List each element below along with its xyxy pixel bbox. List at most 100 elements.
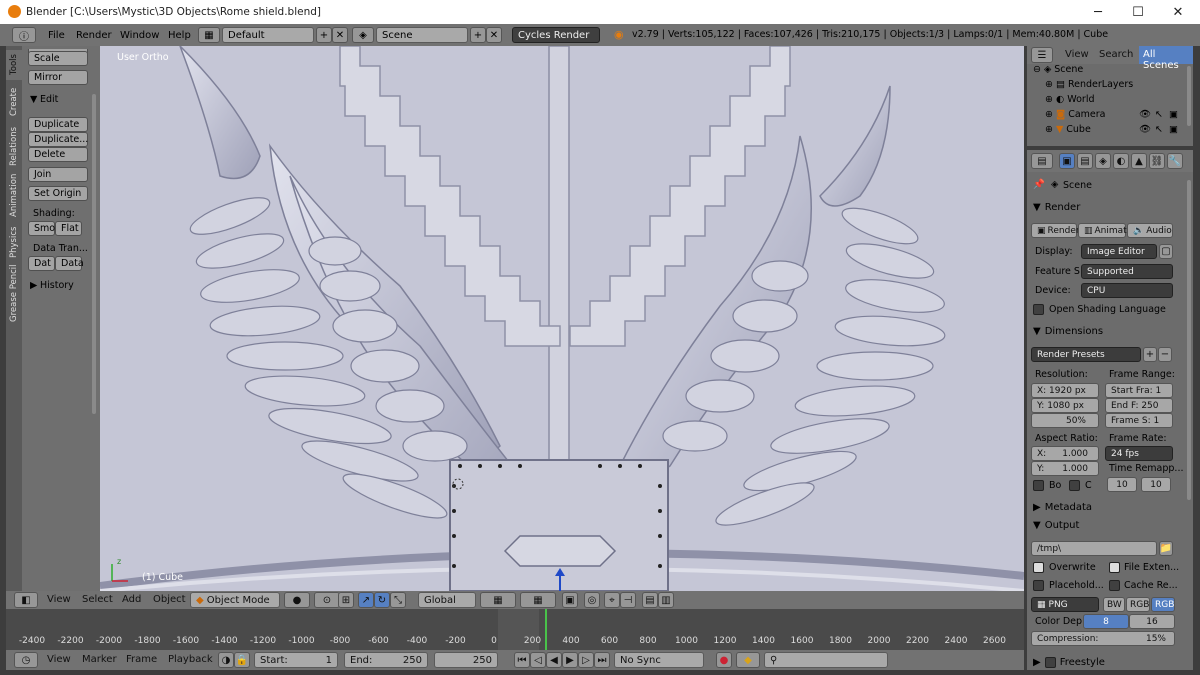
renderable-camera-icon[interactable]: ▣ — [1169, 109, 1178, 120]
color-mode-rgba[interactable]: RGB — [1151, 597, 1175, 612]
layers-grid-1-icon[interactable]: ▦ — [480, 592, 516, 608]
viewport-menu-view[interactable]: View — [47, 594, 71, 605]
jump-end-icon[interactable]: ⏭ — [594, 652, 610, 668]
world-context-icon[interactable]: ◐ — [1113, 153, 1129, 169]
placeholders-checkbox[interactable] — [1033, 580, 1044, 591]
proportional-edit-icon[interactable]: ◎ — [584, 592, 600, 608]
outliner-row-cube[interactable]: ⊕ ▼ Cube 👁 ↖ ▣ — [1027, 122, 1193, 137]
aspect-x-field[interactable]: X: 1.000 — [1031, 446, 1099, 461]
lock-range-icon[interactable]: 🔒 — [234, 652, 250, 668]
shade-smooth-button[interactable]: Smo — [28, 221, 55, 236]
delete-button[interactable]: Delete — [28, 147, 88, 162]
editor-type-info-icon[interactable]: ⓘ — [12, 27, 36, 43]
history-panel-header[interactable]: History — [40, 280, 74, 291]
menu-help[interactable]: Help — [160, 30, 199, 41]
file-format-select[interactable]: ▦ PNG — [1031, 597, 1099, 612]
cache-result-checkbox[interactable] — [1109, 580, 1120, 591]
osl-checkbox[interactable] — [1033, 304, 1044, 315]
duplicate-linked-button[interactable]: Duplicate... — [28, 132, 88, 147]
render-context-icon[interactable]: ▣ — [1059, 153, 1075, 169]
modifiers-context-icon[interactable]: 🔧 — [1167, 153, 1183, 169]
output-path-field[interactable]: /tmp\ — [1031, 541, 1157, 556]
render-presets-select[interactable]: Render Presets — [1031, 347, 1141, 362]
snap-element-icon[interactable]: ⊣ — [620, 592, 636, 608]
timeline-menu-frame[interactable]: Frame — [126, 654, 157, 665]
remove-preset-icon[interactable]: − — [1158, 347, 1172, 362]
opengl-render-icon[interactable]: ▤ — [642, 592, 658, 608]
color-mode-rgb[interactable]: RGB — [1126, 597, 1150, 612]
display-select[interactable]: Image Editor — [1081, 244, 1157, 259]
freestyle-panel-header[interactable]: ▶ Freestyle — [1027, 653, 1193, 670]
scene-field[interactable]: Scene — [376, 27, 468, 43]
auto-keying-icon[interactable]: ● — [716, 652, 732, 668]
viewport-menu-object[interactable]: Object — [153, 594, 186, 605]
data-transfer-layout-button[interactable]: Data — [55, 256, 84, 271]
remove-layout-icon[interactable]: ✕ — [332, 27, 348, 43]
color-depth-16[interactable]: 16 — [1129, 614, 1175, 629]
render-audio-button[interactable]: 🔈 Audio — [1127, 223, 1173, 238]
object-context-icon[interactable]: ▲ — [1131, 153, 1147, 169]
outliner-tab-view[interactable]: View — [1065, 49, 1089, 60]
next-keyframe-icon[interactable]: ▷ — [578, 652, 594, 668]
time-remap-old-field[interactable]: 10 — [1107, 477, 1137, 492]
visibility-eye-icon[interactable]: 👁 — [1139, 109, 1151, 120]
current-frame-line[interactable] — [545, 609, 547, 650]
minimize-button[interactable]: ─ — [1078, 0, 1118, 24]
display-lock-icon[interactable]: ▢ — [1159, 244, 1173, 259]
editor-type-outliner-icon[interactable]: ☰ — [1031, 47, 1053, 63]
add-layout-icon[interactable]: + — [316, 27, 332, 43]
visibility-eye-icon[interactable]: 👁 — [1139, 124, 1151, 135]
render-layers-context-icon[interactable]: ▤ — [1077, 153, 1093, 169]
transform-orientation-select[interactable]: Global — [418, 592, 476, 608]
pin-icon[interactable]: 📌 — [1033, 179, 1045, 190]
editor-type-timeline-icon[interactable]: ◷ — [14, 652, 38, 668]
time-remap-new-field[interactable]: 10 — [1141, 477, 1171, 492]
outliner-row-renderlayers[interactable]: ⊕ ▤ RenderLayers — [1027, 77, 1193, 92]
properties-scrollbar[interactable] — [1187, 180, 1191, 500]
end-frame-property[interactable]: End F: 250 — [1105, 398, 1173, 413]
scale-manipulator-icon[interactable]: ⤡ — [390, 592, 406, 608]
device-select[interactable]: CPU — [1081, 283, 1173, 298]
freestyle-checkbox[interactable] — [1044, 656, 1056, 668]
lock-camera-icon[interactable]: ▣ — [562, 592, 578, 608]
set-origin-button[interactable]: Set Origin — [28, 186, 88, 201]
resolution-x-field[interactable]: X: 1920 px — [1031, 383, 1099, 398]
end-frame-field[interactable]: End: 250 — [344, 652, 428, 668]
outliner-row-world[interactable]: ⊕ ◐ World — [1027, 92, 1193, 107]
crop-checkbox[interactable] — [1069, 480, 1080, 491]
file-extensions-checkbox[interactable] — [1109, 562, 1120, 573]
remove-scene-icon[interactable]: ✕ — [486, 27, 502, 43]
sync-mode-select[interactable]: No Sync — [614, 652, 704, 668]
render-animation-button[interactable]: ▥ Animati — [1078, 223, 1129, 238]
preview-range-icon[interactable]: ◑ — [218, 652, 234, 668]
overwrite-checkbox[interactable] — [1033, 562, 1044, 573]
layout-grid-icon[interactable]: ▦ — [198, 27, 220, 43]
render-engine-select[interactable]: Cycles Render — [512, 27, 600, 43]
color-depth-8[interactable]: 8 — [1083, 614, 1129, 629]
start-frame-property[interactable]: Start Fra: 1 — [1105, 383, 1173, 398]
selectable-cursor-icon[interactable]: ↖ — [1155, 124, 1163, 135]
opengl-animation-icon[interactable]: ▥ — [658, 592, 674, 608]
jump-start-icon[interactable]: ⏮ — [514, 652, 530, 668]
3d-viewport[interactable]: z User Ortho (1) Cube — [100, 46, 1024, 591]
duplicate-button[interactable]: Duplicate — [28, 117, 88, 132]
render-panel-header[interactable]: ▼ Render — [1027, 198, 1193, 216]
manipulator-toggle-icon[interactable]: ⊞ — [338, 592, 354, 608]
rotate-manipulator-icon[interactable]: ↻ — [374, 592, 390, 608]
shade-flat-button[interactable]: Flat — [55, 221, 82, 236]
edit-panel-header[interactable]: Edit — [40, 94, 58, 105]
border-checkbox[interactable] — [1033, 480, 1044, 491]
output-folder-icon[interactable]: 📁 — [1159, 541, 1173, 556]
join-button[interactable]: Join — [28, 167, 88, 182]
close-button[interactable]: ✕ — [1158, 0, 1198, 24]
screen-layout-field[interactable]: Default — [222, 27, 314, 43]
color-mode-bw[interactable]: BW — [1103, 597, 1125, 612]
scene-icon[interactable]: ◈ — [352, 27, 374, 43]
play-reverse-icon[interactable]: ◀ — [546, 652, 562, 668]
timeline-menu-marker[interactable]: Marker — [82, 654, 117, 665]
prev-keyframe-icon[interactable]: ◁ — [530, 652, 546, 668]
dimensions-panel-header[interactable]: ▼ Dimensions — [1027, 322, 1193, 340]
resolution-percentage-slider[interactable]: 50% — [1031, 413, 1099, 428]
translate-manipulator-icon[interactable]: ↗ — [358, 592, 374, 608]
outliner-tab-search[interactable]: Search — [1099, 49, 1133, 60]
